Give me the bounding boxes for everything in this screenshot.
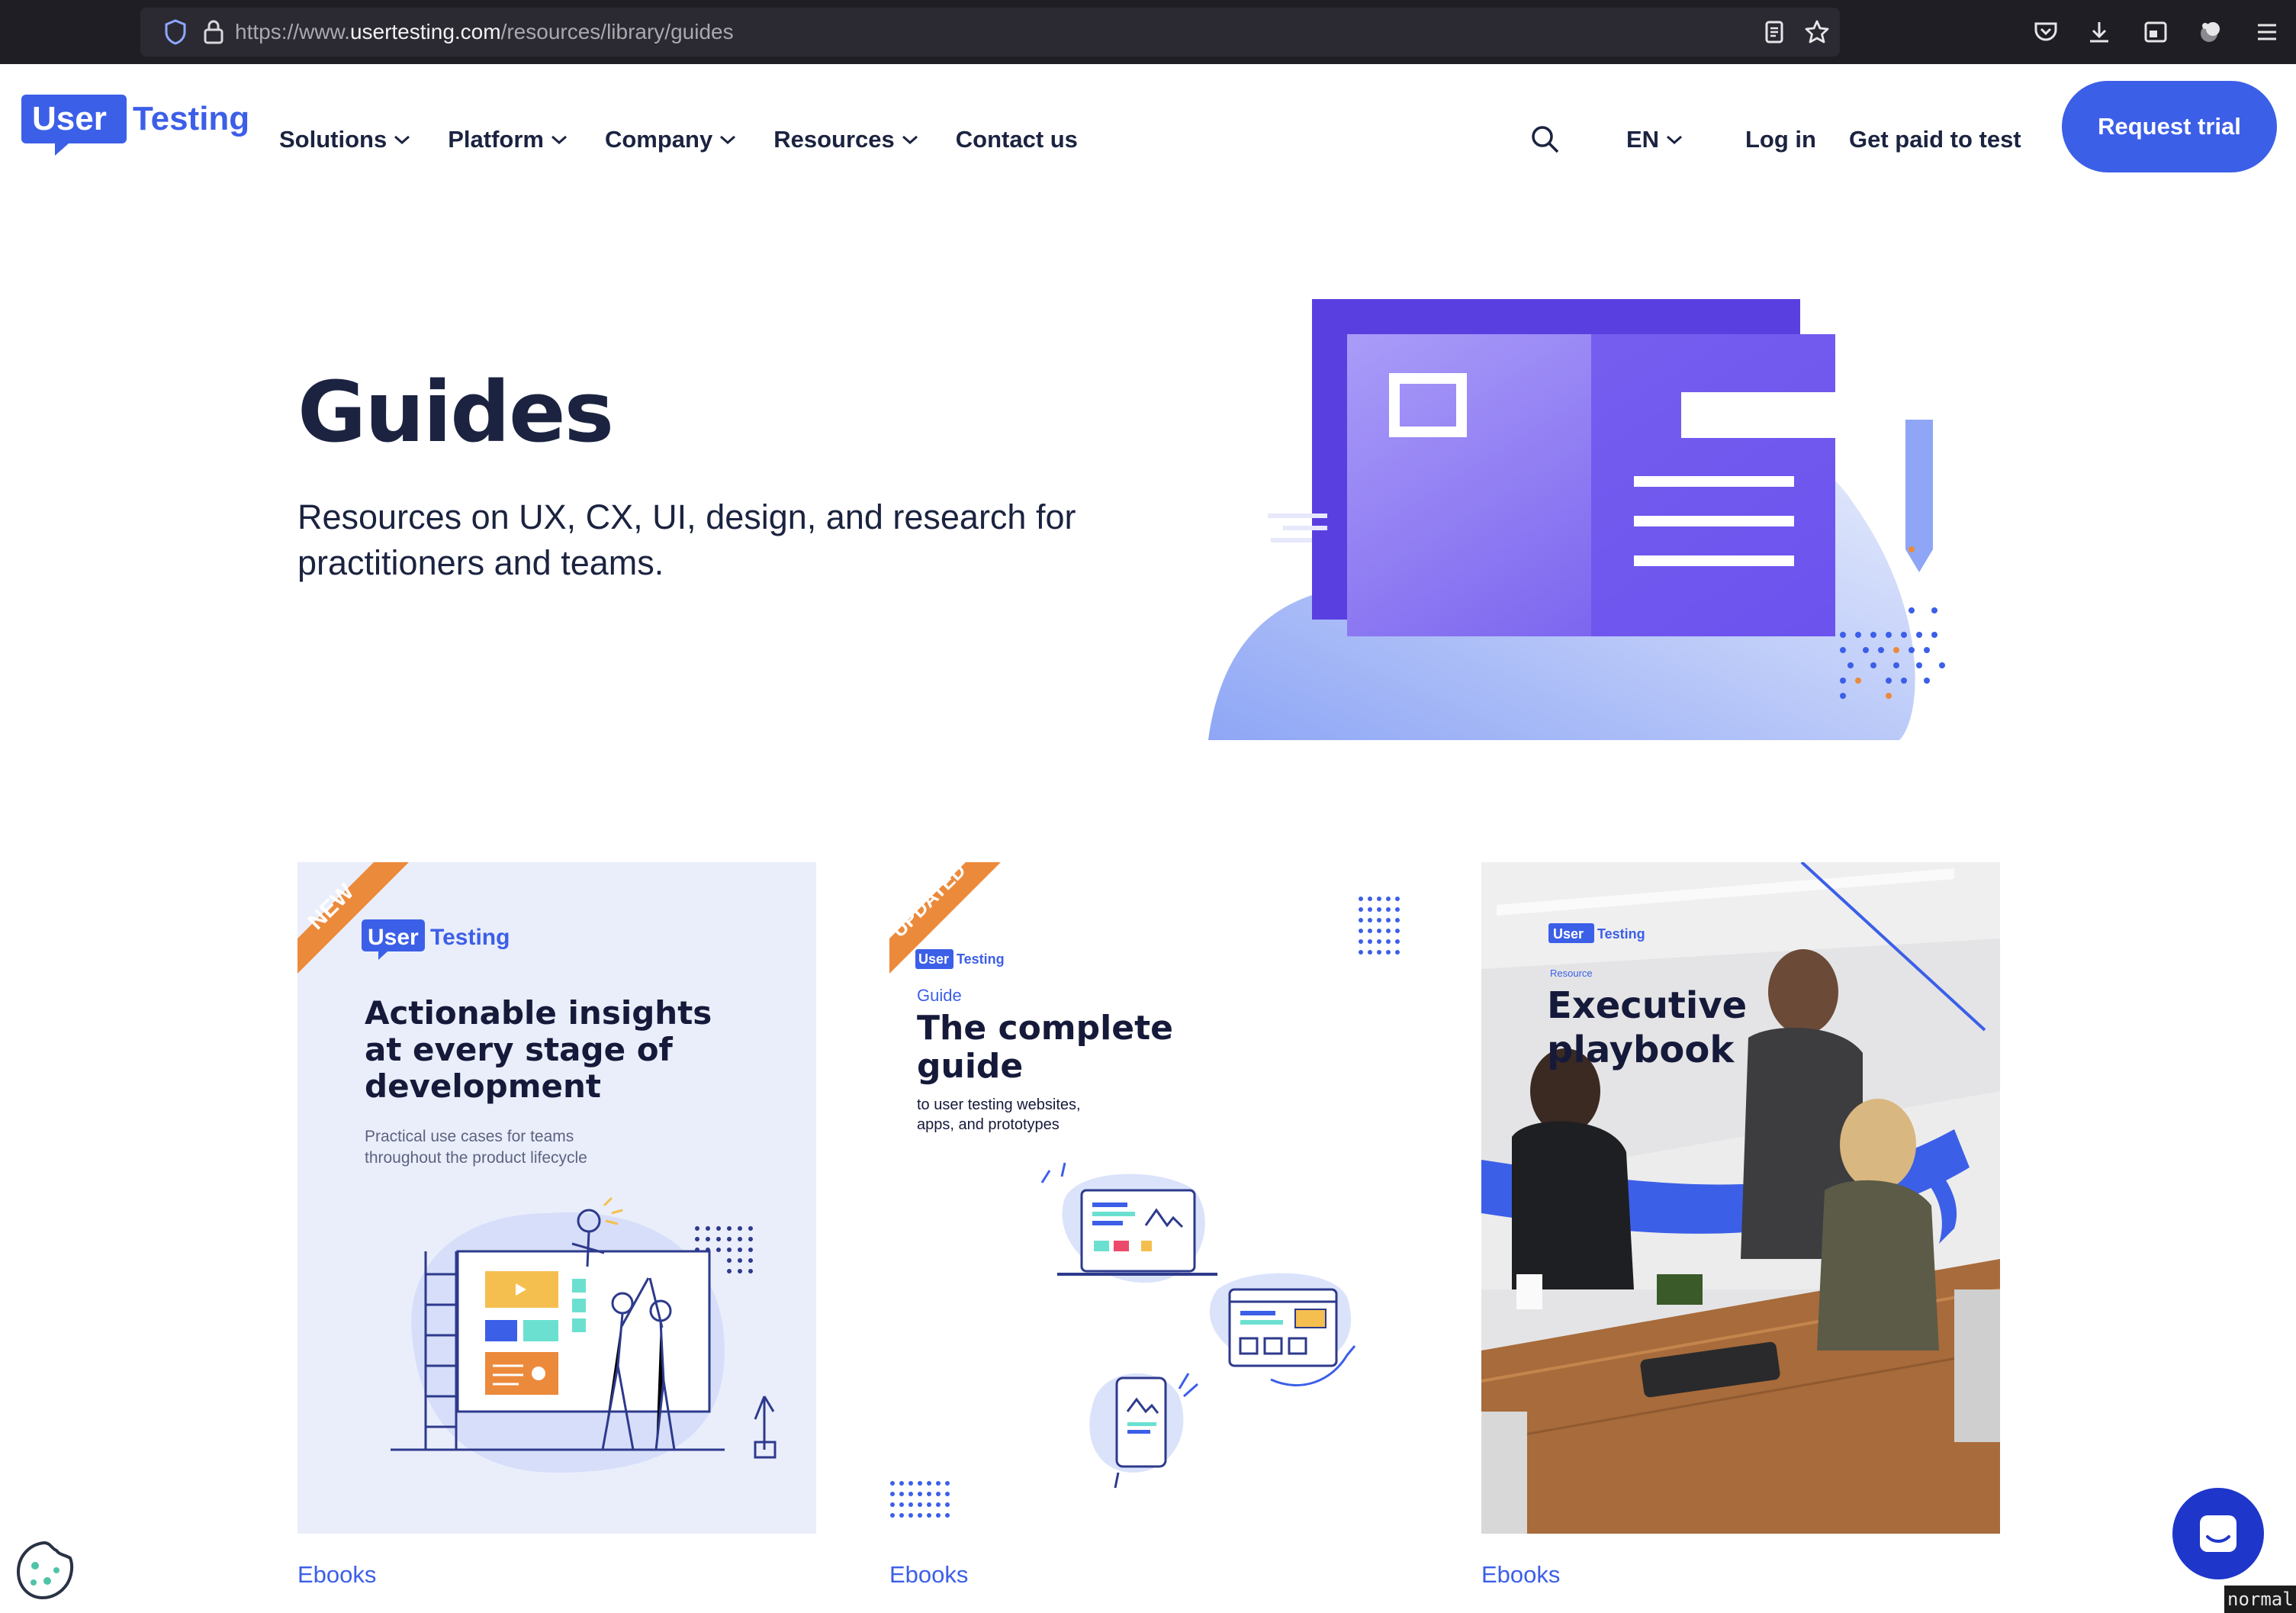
card-title-line: guide [917,1047,1023,1086]
card-category-link[interactable]: Ebooks [889,1561,968,1589]
extensions-icon[interactable] [2186,8,2235,56]
card-title-line: The complete [917,1009,1173,1048]
card-subtitle-line: apps, and prototypes [917,1116,1060,1133]
svg-text:Practical use cases for teams: Practical use cases for teams throughout… [365,1128,587,1167]
person-standing [1768,949,1838,1035]
nav-resources-label: Resources [773,126,895,153]
nav-contact-label: Contact us [955,126,1078,153]
card-cover: NEW User Testing Actionable insights at … [297,862,777,1473]
nav-platform-label: Platform [448,126,544,153]
pocket-icon[interactable] [2021,8,2070,56]
login-link[interactable]: Log in [1745,113,1816,166]
bookmark-star-icon[interactable] [1796,8,1838,56]
subtitle-line-2: practitioners and teams. [297,543,664,582]
resource-card-complete-guide[interactable]: UPDATED User Testing Guide The complete … [889,862,1408,1534]
search-icon [1532,126,1559,153]
svg-text:to user testing websites,: to user testing websites, apps, and prot… [917,1096,1085,1133]
cookie-settings-icon[interactable] [12,1538,76,1602]
card-logo-user: User [1553,926,1584,942]
request-trial-label: Request trial [2098,113,2241,140]
login-label: Log in [1745,126,1816,153]
card-logo-testing: Testing [430,925,510,950]
screenshot-icon[interactable] [2131,8,2180,56]
language-label: EN [1626,126,1660,153]
resource-card-executive-playbook[interactable]: User Testing Resource Executive playbook [1481,862,2000,1534]
card-title-line: Actionable insights [365,994,712,1032]
nav-contact-us[interactable]: Contact us [956,126,1078,153]
dot-grid-top [1359,897,1400,955]
card-category-link[interactable]: Ebooks [297,1561,376,1589]
nav-resources[interactable]: Resources [773,126,919,153]
search-button[interactable] [1530,113,1561,166]
request-trial-button[interactable]: Request trial [2062,81,2277,172]
card-logo-user: User [918,951,949,967]
nav-platform[interactable]: Platform [448,126,568,153]
phone-illustration [1089,1373,1198,1489]
card-title-line: development [365,1067,601,1105]
nav-company-label: Company [604,126,713,153]
subtitle-line-1: Resources on UX, CX, UI, design, and res… [297,497,1076,536]
card-title-line: Executive [1547,984,1747,1027]
get-paid-label: Get paid to test [1849,126,2021,153]
laptop-illustration [1040,1162,1217,1283]
logo-testing-text: Testing [133,100,249,137]
card-cover: User Testing Resource Executive playbook [1481,862,2000,1534]
chevron-down-icon [1667,135,1683,145]
resource-card-actionable-insights[interactable]: NEW User Testing Actionable insights at … [297,862,816,1534]
lock-icon[interactable] [192,8,235,56]
usertesting-logo[interactable]: User Testing [21,95,259,163]
nav-solutions[interactable]: Solutions [279,126,411,153]
language-selector[interactable]: EN [1626,113,1683,166]
download-icon[interactable] [2075,8,2124,56]
nav-company[interactable]: Company [605,126,737,153]
svg-text:Actionable insights at e: Actionable insights at every stage of de… [365,994,723,1105]
page-title: Guides [297,363,614,461]
card-logo-user: User [368,925,419,950]
card-subtitle-line: Practical use cases for teams [365,1128,574,1145]
card-title-line: playbook [1547,1029,1735,1071]
shield-icon[interactable] [153,8,198,56]
logo-user-text: User [32,100,107,137]
card-subtitle-line: to user testing websites, [917,1096,1081,1113]
hero-illustration [1208,299,1945,740]
chat-icon [2200,1515,2237,1552]
card-title-line: at every stage of [365,1031,674,1068]
chevron-down-icon [720,135,736,145]
get-paid-link[interactable]: Get paid to test [1849,113,2021,166]
main-nav: Solutions Platform Company Resources Con… [279,113,1114,166]
reader-view-icon[interactable] [1753,8,1796,56]
dot-grid-bottom [890,1481,950,1518]
url-text[interactable]: https://www.usertesting.com/resources/li… [235,8,734,56]
chevron-down-icon [394,135,410,145]
address-bar[interactable]: https://www.usertesting.com/resources/li… [140,8,1840,56]
browser-window-illustration [1209,1273,1356,1386]
card-cover: UPDATED User Testing Guide The complete … [889,862,1400,1518]
card-kicker: Resource [1550,967,1593,979]
site-header: User Testing Solutions Platform Company … [0,64,2296,195]
chevron-down-icon [551,135,567,145]
card-logo-testing: Testing [1597,926,1645,942]
page-subtitle: Resources on UX, CX, UI, design, and res… [297,494,1152,586]
card-subtitle-line: throughout the product lifecycle [365,1149,587,1167]
card-kicker: Guide [917,986,962,1005]
person-right [1840,1099,1916,1190]
nav-solutions-label: Solutions [279,126,387,153]
chat-launcher-button[interactable] [2172,1488,2264,1579]
status-badge: normal [2224,1586,2296,1613]
menu-icon[interactable] [2243,8,2291,56]
card-illustration [391,1196,777,1473]
svg-text:The complete guide: The complete guide [917,1009,1185,1086]
card-logo-testing: Testing [957,951,1005,967]
card-category-link[interactable]: Ebooks [1481,1561,1560,1589]
browser-toolbar: https://www.usertesting.com/resources/li… [0,0,2296,64]
chevron-down-icon [902,135,918,145]
